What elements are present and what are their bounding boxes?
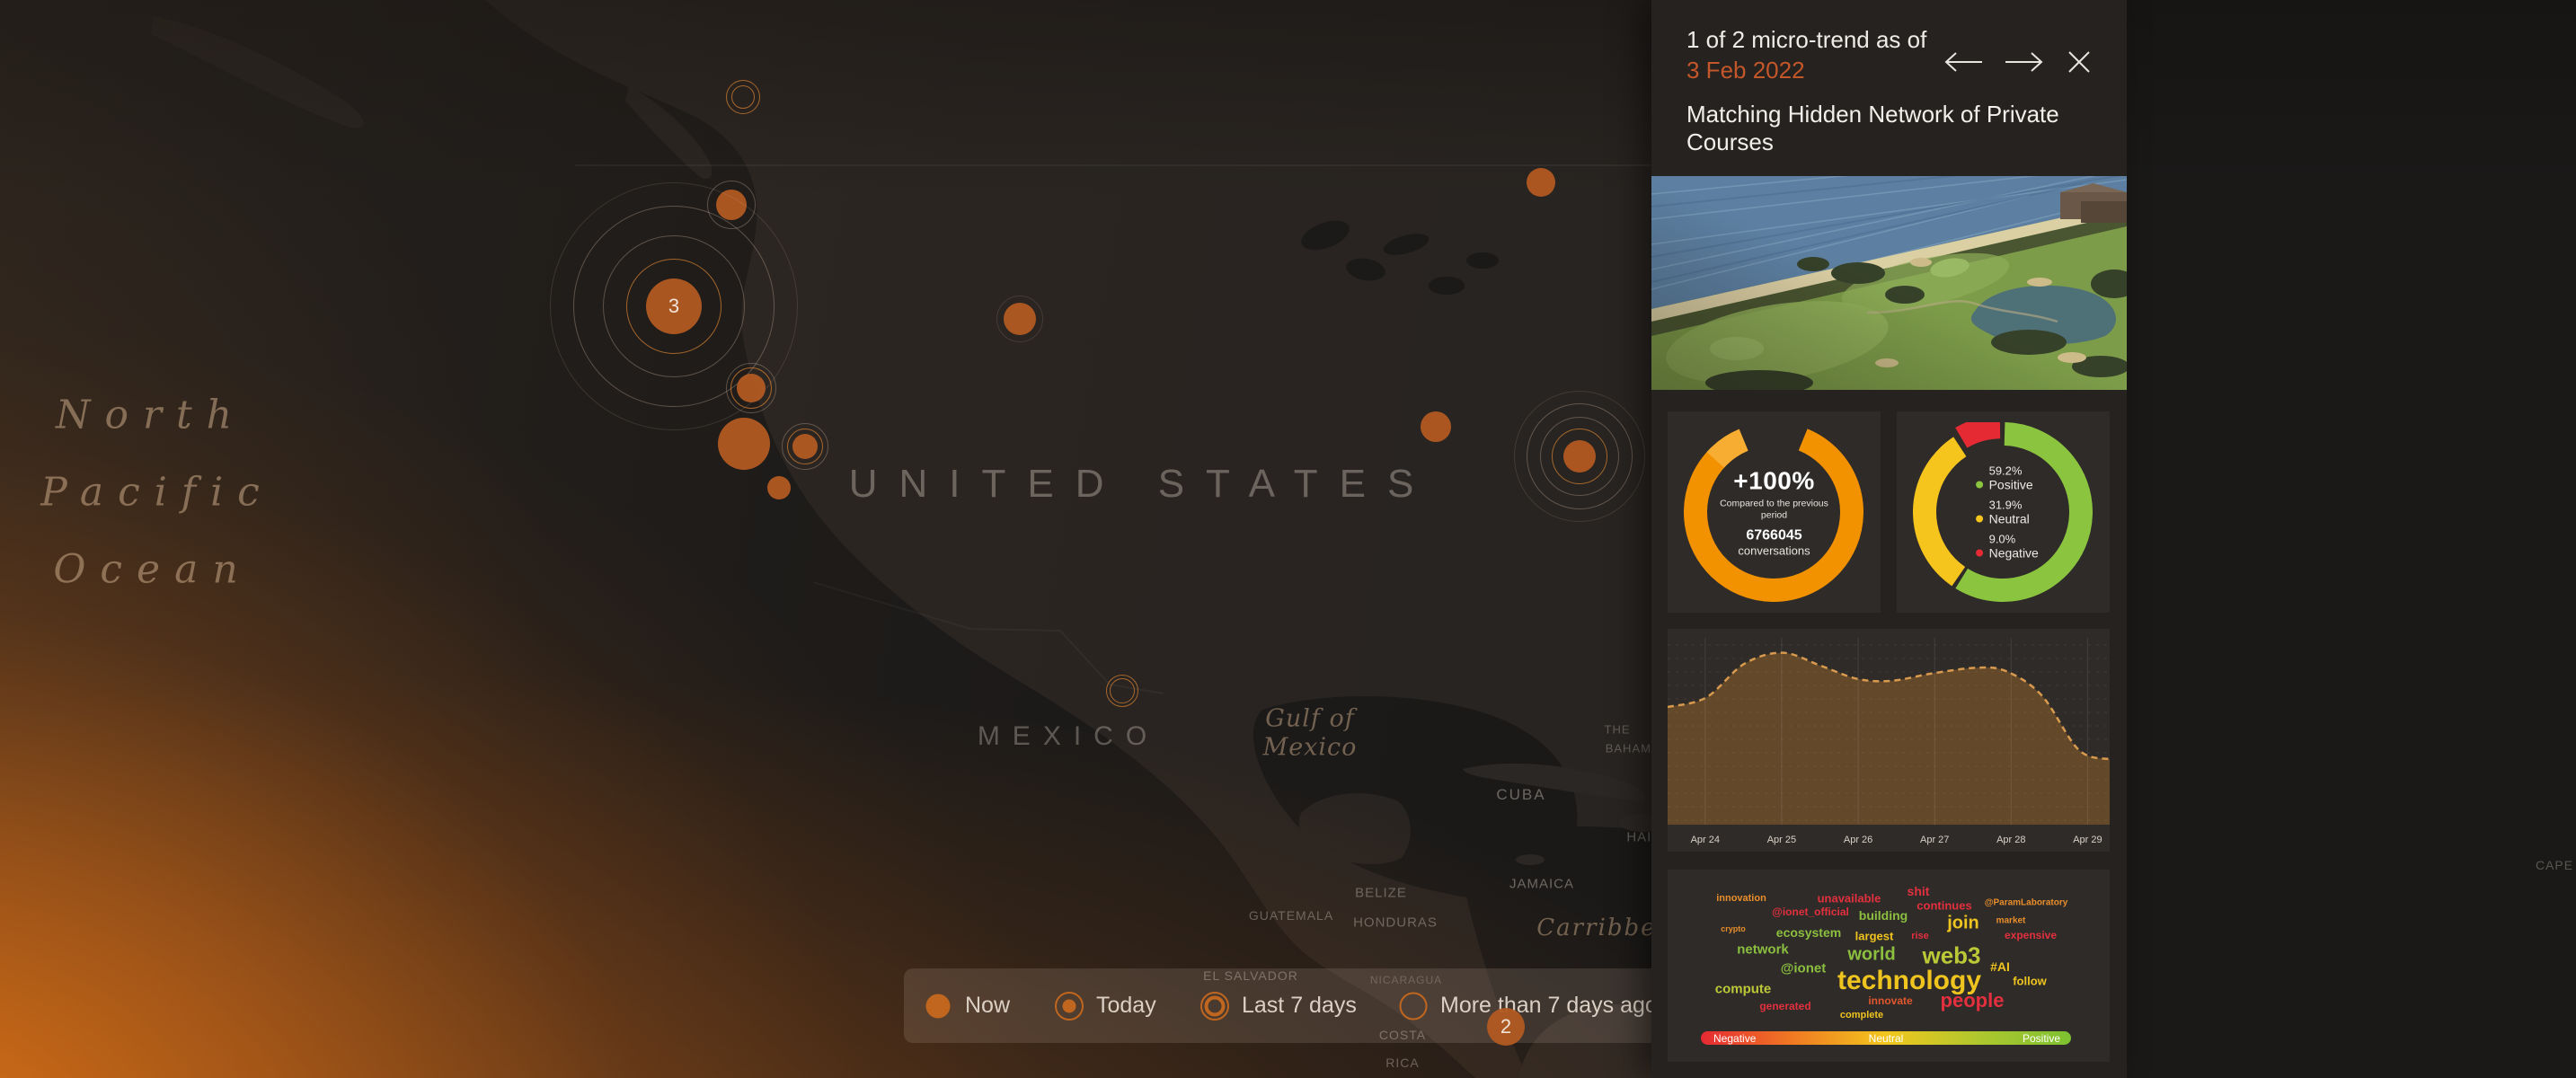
arrow-left-icon <box>1943 49 1984 75</box>
panel-nav <box>1937 43 2099 81</box>
cloud-word[interactable]: expensive <box>2005 929 2057 941</box>
word-cloud-card: innovation unavailable shitcontinues @Param… <box>1668 870 2110 1062</box>
svg-text:Apr 25: Apr 25 <box>1767 835 1796 845</box>
cloud-word[interactable]: unavailable <box>1818 892 1881 906</box>
close-panel-button[interactable] <box>2059 43 2099 81</box>
delta-caption: Compared to the previous period <box>1716 499 1833 521</box>
cloud-word[interactable]: follow <box>2013 975 2047 988</box>
svg-text:Apr 29: Apr 29 <box>2073 835 2102 845</box>
scale-negative-label: Negative <box>1713 1032 1756 1045</box>
sentiment-scale-bar: Negative Neutral Positive <box>1701 1031 2071 1045</box>
cloud-word[interactable]: innovate <box>1868 994 1912 1007</box>
cloud-word[interactable]: @ionet_official <box>1772 906 1849 918</box>
sentiment-donut-card: 59.2%Positive 31.9%Neutral 9.0%Negative <box>1897 411 2110 613</box>
prev-trend-button[interactable] <box>1937 44 1989 80</box>
app-root: NorthPacificOceanUNITED STATESMEXICOGulf… <box>0 0 2576 1078</box>
svg-text:Apr 27: Apr 27 <box>1920 835 1949 845</box>
cloud-word[interactable]: world <box>1847 945 1895 966</box>
sentiment-legend: 59.2%Positive 31.9%Neutral 9.0%Negative <box>1976 458 2039 567</box>
trend-title: Matching Hidden Network of Private Cours… <box>1686 101 2102 156</box>
conversation-unit: conversations <box>1716 544 1833 558</box>
marker-count-label: 2 <box>1500 1015 1511 1038</box>
cloud-word[interactable]: building <box>1859 908 1908 923</box>
cloud-word[interactable]: crypto <box>1721 924 1746 933</box>
scale-positive-label: Positive <box>2023 1032 2060 1045</box>
cloud-word[interactable]: innovation <box>1716 893 1766 904</box>
arrow-right-icon <box>2004 49 2045 75</box>
cloud-word[interactable]: shit <box>1908 884 1930 898</box>
svg-text:Apr 26: Apr 26 <box>1844 835 1872 845</box>
svg-text:Apr 28: Apr 28 <box>1996 835 2025 845</box>
cloud-word[interactable]: @ionet <box>1781 961 1826 976</box>
cloud-word[interactable]: join <box>1947 914 1979 934</box>
cloud-word[interactable]: largest <box>1855 930 1894 943</box>
close-icon <box>2065 49 2094 75</box>
cloud-word[interactable]: #AI <box>1990 959 2010 974</box>
cloud-word[interactable]: compute <box>1715 982 1772 997</box>
trend-counter: 1 of 2 micro-trend as of <box>1686 25 1926 54</box>
marker-count-label: 3 <box>668 295 679 318</box>
cloud-word[interactable]: network <box>1737 942 1789 958</box>
map-markers-layer: 32 <box>0 0 2576 1078</box>
next-trend-button[interactable] <box>1998 44 2050 80</box>
map-canvas[interactable]: NorthPacificOceanUNITED STATESMEXICOGulf… <box>0 0 2576 1078</box>
trend-date: 3 Feb 2022 <box>1686 56 1805 84</box>
conversation-count: 6766045 <box>1716 528 1833 544</box>
cloud-word[interactable]: generated <box>1759 1000 1810 1012</box>
scale-neutral-label: Neutral <box>1869 1032 1904 1045</box>
cloud-word[interactable]: continues <box>1917 899 1971 913</box>
conversations-donut-card: +100% Compared to the previous period 67… <box>1668 411 1881 613</box>
cloud-word[interactable]: people <box>1941 989 2005 1012</box>
delta-value: +100% <box>1716 467 1833 496</box>
conversations-donut-center: +100% Compared to the previous period 67… <box>1716 467 1833 558</box>
trend-chart-card: Apr 24 Apr 25 Apr 26 Apr 27 Apr 28 Apr 29 <box>1668 629 2110 852</box>
sentiment-legend-row: 59.2%Positive <box>1976 464 2039 492</box>
volume-trend-chart: Apr 24 Apr 25 Apr 26 Apr 27 Apr 28 Apr 29 <box>1668 629 2110 852</box>
cloud-word[interactable]: complete <box>1840 1010 1883 1021</box>
trend-image <box>1651 176 2127 390</box>
golf-course-photo <box>1651 176 2127 390</box>
svg-text:Apr 24: Apr 24 <box>1691 835 1720 845</box>
sentiment-legend-row: 31.9%Neutral <box>1976 499 2039 526</box>
cloud-word[interactable]: @ParamLaboratory <box>1985 898 2068 908</box>
sentiment-legend-row: 9.0%Negative <box>1976 533 2039 561</box>
cloud-word[interactable]: ecosystem <box>1776 925 1841 940</box>
cloud-word[interactable]: rise <box>1911 931 1929 941</box>
cloud-word[interactable]: market <box>1996 916 2026 926</box>
detail-panel: 1 of 2 micro-trend as of 3 Feb 2022 Matc… <box>1651 0 2127 1078</box>
